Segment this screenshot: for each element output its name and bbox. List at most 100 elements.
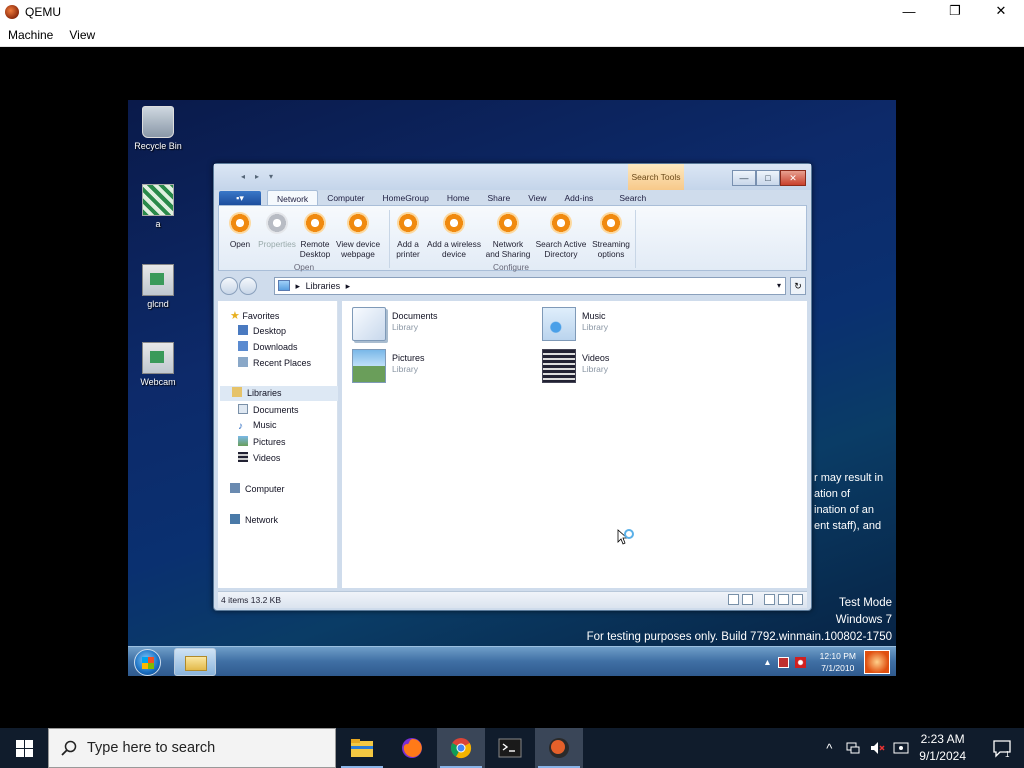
details-view-icon[interactable] (728, 594, 739, 605)
tab-share[interactable]: Share (479, 190, 520, 206)
search-placeholder: Type here to search (87, 740, 216, 756)
volume-muted-icon[interactable] (794, 656, 806, 668)
tab-add-ins[interactable]: Add-ins (555, 190, 602, 206)
desktop-icon-webcam[interactable]: Webcam (128, 342, 188, 387)
app-icon (142, 264, 174, 296)
show-desktop-icon (864, 650, 890, 674)
taskbar-app-firefox[interactable] (388, 728, 436, 768)
tab-home[interactable]: Home (438, 190, 479, 206)
taskbar-app-terminal[interactable] (486, 728, 534, 768)
taskbar-app-file-explorer[interactable] (338, 728, 386, 768)
documents-library-icon (352, 307, 386, 341)
nav-computer[interactable]: Computer (230, 483, 285, 494)
list-view-icon[interactable] (742, 594, 753, 605)
tab-view[interactable]: View (519, 190, 555, 206)
library-item-music[interactable]: Music Library (542, 307, 608, 341)
desktop-icon-recycle-bin[interactable]: Recycle Bin (128, 106, 188, 151)
open-button[interactable]: Open (223, 212, 257, 249)
status-bar: 4 items 13.2 KB (218, 591, 807, 608)
large-icons-view-icon[interactable] (792, 594, 803, 605)
music-note-icon: ♪ (238, 421, 243, 432)
guest-clock[interactable]: 12:10 PM 7/1/2010 (820, 650, 856, 674)
taskbar-app-qemu[interactable] (535, 728, 583, 768)
add-wireless-device-button[interactable]: Add a wireless device (425, 212, 483, 259)
address-bar[interactable]: ▸ Libraries ▸ ▾ (274, 277, 786, 295)
properties-button[interactable]: Properties (257, 212, 297, 249)
show-hidden-icons-button[interactable]: ^ (821, 740, 837, 756)
group-label-open: Open (293, 262, 315, 272)
close-button[interactable]: ✕ (978, 0, 1024, 22)
customize-quick-access-icon[interactable]: ▾ (266, 171, 276, 181)
forward-arrow-icon[interactable]: ▸ (252, 171, 262, 181)
address-row: ▸ Libraries ▸ ▾ ↻ (218, 275, 807, 297)
menu-machine[interactable]: Machine (0, 28, 61, 42)
desktop-icon-a[interactable]: a (128, 184, 188, 229)
view-device-webpage-button[interactable]: View device webpage (333, 212, 383, 259)
taskbar-app-chrome[interactable] (437, 728, 485, 768)
back-arrow-icon[interactable]: ◂ (238, 171, 248, 181)
host-clock[interactable]: 2:23 AM 9/1/2024 (919, 731, 966, 765)
library-item-videos[interactable]: Videos Library (542, 349, 609, 383)
explorer-maximize-button[interactable]: □ (756, 170, 780, 186)
refresh-button[interactable]: ↻ (790, 277, 806, 295)
nav-label: Documents (253, 405, 299, 415)
menu-view[interactable]: View (61, 28, 103, 42)
explorer-minimize-button[interactable]: — (732, 170, 756, 186)
tab-homegroup[interactable]: HomeGroup (374, 190, 438, 206)
nav-recent-places[interactable]: Recent Places (238, 357, 311, 368)
wireless-device-icon (443, 212, 465, 234)
qemu-menu-bar: Machine View (0, 24, 1024, 47)
nav-label: Music (253, 420, 277, 430)
address-dropdown-icon[interactable]: ▾ (777, 278, 781, 294)
nav-desktop[interactable]: Desktop (238, 325, 286, 336)
nav-videos[interactable]: Videos (238, 452, 280, 463)
search-active-directory-button[interactable]: Search Active Directory (533, 212, 589, 259)
back-button[interactable] (220, 277, 238, 295)
show-desktop-button[interactable] (860, 647, 896, 676)
content-pane[interactable]: Documents Library Music Library Pictures Li… (342, 301, 807, 588)
search-tools-context-tab[interactable]: Search Tools (628, 164, 684, 190)
nav-pictures[interactable]: Pictures (238, 436, 286, 447)
host-search-box[interactable]: Type here to search (48, 728, 336, 768)
display-icon[interactable] (893, 740, 909, 756)
tab-network[interactable]: Network (267, 190, 319, 206)
host-start-button[interactable] (0, 728, 48, 768)
library-item-documents[interactable]: Documents Library (352, 307, 438, 341)
details-pane-icon[interactable] (778, 594, 789, 605)
tab-computer[interactable]: Computer (318, 190, 373, 206)
file-menu-button[interactable]: ▪▾ (219, 191, 261, 206)
nav-downloads[interactable]: Downloads (238, 341, 298, 352)
nav-network[interactable]: Network (230, 514, 278, 525)
network-and-sharing-button[interactable]: Network and Sharing (483, 212, 533, 259)
pictures-library-icon (352, 349, 386, 383)
preview-pane-icon[interactable] (764, 594, 775, 605)
desktop-icon-glcnd[interactable]: glcnd (128, 264, 188, 309)
breadcrumb-separator[interactable]: ▸ (346, 281, 351, 291)
breadcrumb-separator[interactable]: ▸ (296, 281, 301, 291)
library-item-pictures[interactable]: Pictures Library (352, 349, 425, 383)
breadcrumb-libraries[interactable]: Libraries (306, 281, 341, 291)
network-icon[interactable] (777, 656, 789, 668)
tray-overflow-arrow[interactable]: ▲ (763, 657, 771, 667)
add-printer-button[interactable]: Add a printer (391, 212, 425, 259)
nav-label: Desktop (253, 326, 287, 336)
volume-muted-icon[interactable] (869, 740, 885, 756)
explorer-close-button[interactable]: ✕ (780, 170, 806, 186)
taskbar-explorer-button[interactable] (174, 648, 216, 676)
restore-button[interactable]: ❐ (932, 0, 978, 22)
nav-documents[interactable]: Documents (238, 404, 299, 415)
host-system-tray: ^ 2:23 AM 9/1/2024 1 (817, 728, 1024, 768)
nav-music[interactable]: ♪ Music (238, 420, 277, 432)
remote-desktop-button[interactable]: Remote Desktop (297, 212, 333, 259)
streaming-options-button[interactable]: Streaming options (589, 212, 633, 259)
nav-favorites[interactable]: ★ Favorites (230, 309, 279, 322)
forward-button[interactable] (239, 277, 257, 295)
minimize-button[interactable]: — (886, 0, 932, 22)
tab-search[interactable]: Search (610, 190, 655, 206)
nav-libraries[interactable]: Libraries (220, 386, 338, 401)
library-name: Videos (582, 353, 610, 363)
start-button[interactable] (134, 649, 161, 676)
network-icon[interactable] (845, 740, 861, 756)
notifications-button[interactable]: 1 (980, 728, 1024, 768)
host-clock-date: 9/1/2024 (919, 749, 966, 763)
